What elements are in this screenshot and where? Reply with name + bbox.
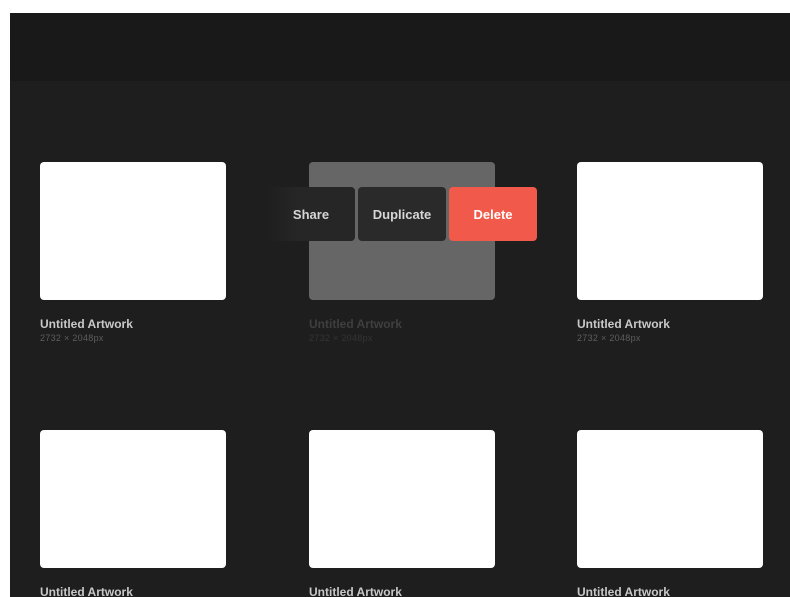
artwork-card[interactable]: Untitled Artwork: [577, 430, 763, 597]
artwork-dimensions: 2732 × 2048px: [40, 333, 104, 343]
artwork-thumbnail[interactable]: [309, 430, 495, 568]
delete-button[interactable]: Delete: [449, 187, 537, 241]
artwork-title[interactable]: Untitled Artwork: [309, 317, 495, 331]
artwork-title[interactable]: Untitled Artwork: [309, 585, 495, 597]
artwork-thumbnail[interactable]: [577, 430, 763, 568]
artwork-dimensions: 2732 × 2048px: [577, 333, 641, 343]
artwork-thumbnail[interactable]: [577, 162, 763, 300]
artwork-action-menu: Share Duplicate Delete: [267, 187, 537, 241]
artwork-dimensions: 2732 × 2048px: [309, 333, 373, 343]
artwork-title[interactable]: Untitled Artwork: [577, 585, 763, 597]
artwork-title[interactable]: Untitled Artwork: [577, 317, 763, 331]
artwork-thumbnail[interactable]: [40, 430, 226, 568]
artwork-card[interactable]: Untitled Artwork: [309, 430, 495, 597]
artwork-card[interactable]: Untitled Artwork: [40, 430, 226, 597]
artwork-card[interactable]: Untitled Artwork 2732 × 2048px: [577, 162, 763, 344]
artwork-thumbnail[interactable]: [40, 162, 226, 300]
top-bar: [10, 13, 790, 81]
share-button[interactable]: Share: [267, 187, 355, 241]
artwork-card[interactable]: Untitled Artwork 2732 × 2048px: [40, 162, 226, 344]
duplicate-button[interactable]: Duplicate: [358, 187, 446, 241]
artwork-gallery: Untitled Artwork 2732 × 2048px Untitled …: [10, 81, 790, 597]
app-window: Untitled Artwork 2732 × 2048px Untitled …: [10, 13, 790, 597]
artwork-title[interactable]: Untitled Artwork: [40, 585, 226, 597]
artwork-title[interactable]: Untitled Artwork: [40, 317, 226, 331]
